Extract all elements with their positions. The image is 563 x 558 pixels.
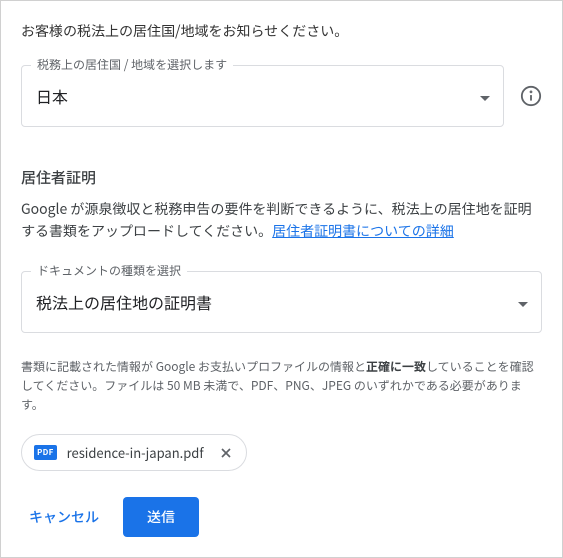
remove-file-button[interactable]: [214, 445, 234, 461]
doc-type-select-label: ドキュメントの種類を選択: [31, 262, 187, 279]
page-heading: お客様の税法上の居住国/地域をお知らせください。: [21, 21, 542, 41]
file-instructions: 書類に記載された情報が Google お支払いプロファイルの情報と正確に一致して…: [21, 357, 542, 415]
upload-description: Google が源泉徴収と税務申告の要件を判断できるように、税法上の居住地を証明…: [21, 198, 542, 243]
country-select[interactable]: 日本: [21, 65, 504, 127]
doc-type-select[interactable]: 税法上の居住地の証明書: [21, 271, 542, 333]
residence-cert-details-link[interactable]: 居住者証明書についての詳細: [272, 221, 454, 241]
country-select-label: 税務上の居住国 / 地域を選択します: [31, 56, 233, 73]
pdf-icon: PDF: [34, 445, 57, 460]
submit-button[interactable]: 送信: [123, 497, 199, 537]
cancel-button[interactable]: キャンセル: [21, 497, 107, 537]
info-icon[interactable]: [520, 85, 542, 107]
file-name: residence-in-japan.pdf: [67, 443, 204, 462]
country-select-value: 日本: [36, 84, 68, 108]
uploaded-file-chip: PDF residence-in-japan.pdf: [21, 434, 247, 471]
doc-type-select-value: 税法上の居住地の証明書: [36, 290, 212, 314]
section-title: 居住者証明: [21, 167, 542, 188]
